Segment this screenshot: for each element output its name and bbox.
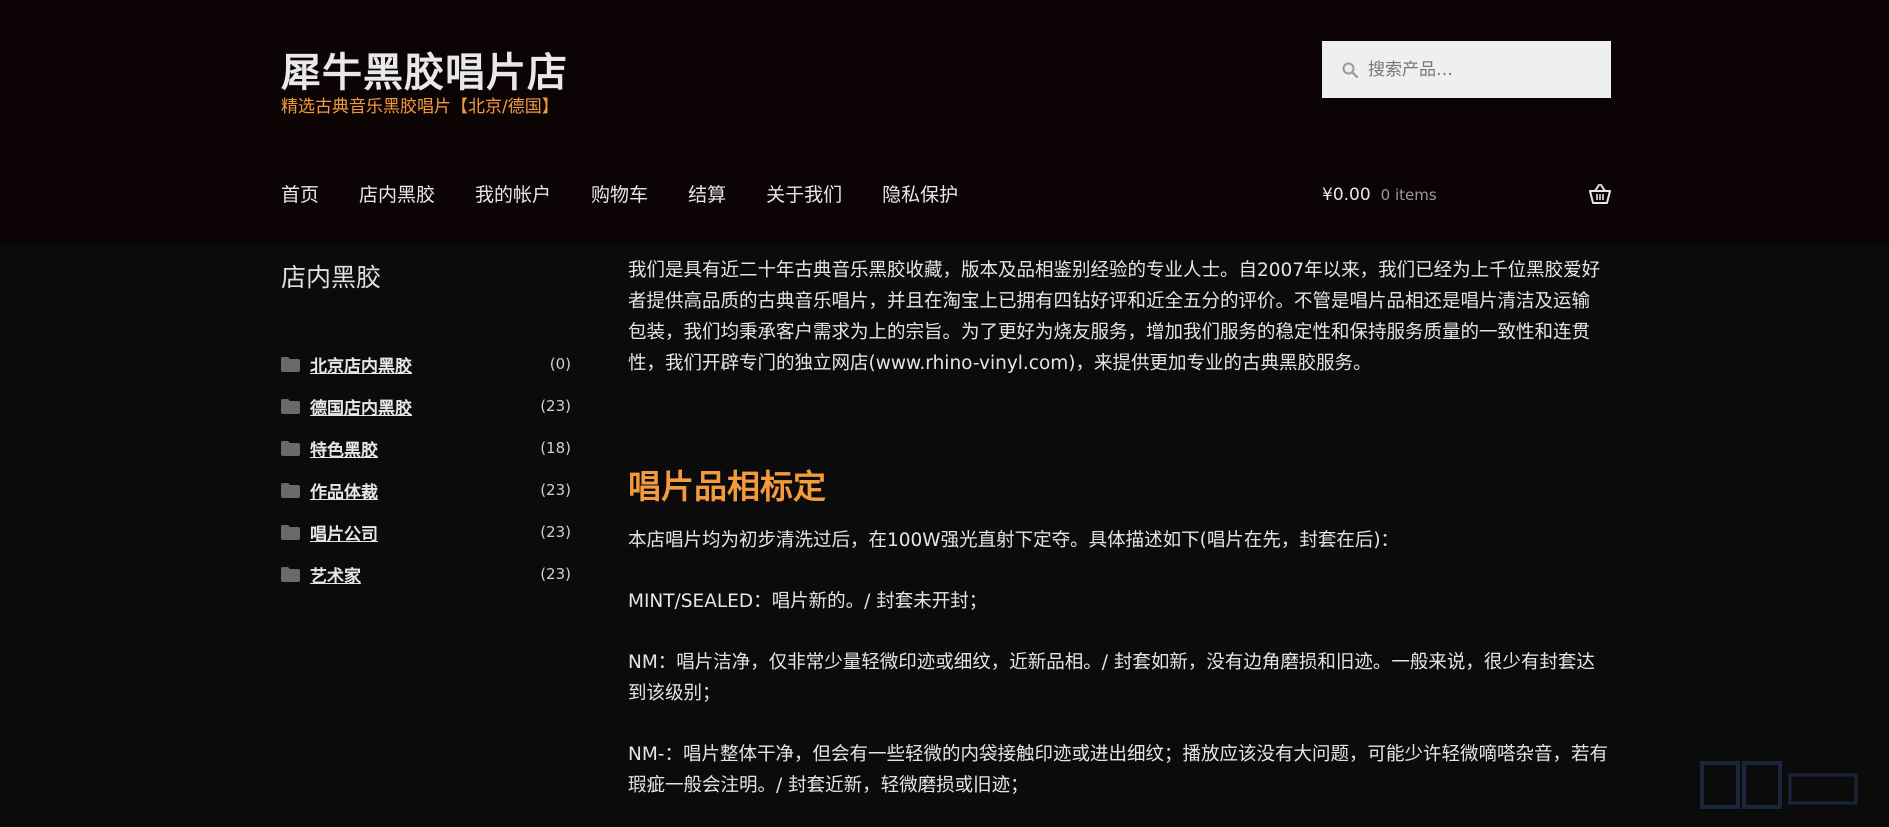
basket-icon <box>1589 184 1611 204</box>
folder-icon <box>281 524 300 540</box>
site-title[interactable]: 犀牛黑胶唱片店 <box>281 40 568 98</box>
search-box[interactable] <box>1322 41 1611 98</box>
condition-mint: MINT/SEALED：唱片新的。/ 封套未开封； <box>628 591 988 612</box>
category-item[interactable]: 北京店内黑胶 (0) <box>281 343 571 385</box>
category-item[interactable]: 艺术家 (23) <box>281 553 571 595</box>
condition-nm: NM：唱片洁净，仅非常少量轻微印迹或细纹，近新品相。/ 封套如新，没有边角磨损和… <box>628 652 1595 704</box>
folder-icon <box>281 398 300 414</box>
folder-icon <box>281 356 300 372</box>
folder-icon <box>281 440 300 456</box>
nav-home[interactable]: 首页 <box>281 180 319 207</box>
category-list: 北京店内黑胶 (0) 德国店内黑胶 (23) 特色黑胶 (18) 作品体裁 (2… <box>281 343 571 595</box>
cart-amount: ¥0.00 <box>1322 185 1371 205</box>
condition-intro: 本店唱片均为初步清洗过后，在100W强光直射下定夺。具体描述如下(唱片在先，封套… <box>628 530 1400 551</box>
category-name[interactable]: 唱片公司 <box>310 520 378 545</box>
category-name[interactable]: 特色黑胶 <box>310 436 378 461</box>
category-item[interactable]: 特色黑胶 (18) <box>281 427 571 469</box>
category-count: (23) <box>540 481 571 499</box>
main-nav: 首页 店内黑胶 我的帐户 购物车 结算 关于我们 隐私保护 <box>281 180 998 207</box>
nav-my-account[interactable]: 我的帐户 <box>475 180 551 207</box>
category-name[interactable]: 作品体裁 <box>310 478 378 503</box>
header-cart[interactable]: ¥0.00 0 items <box>1322 182 1611 208</box>
category-count: (0) <box>549 355 571 373</box>
category-name[interactable]: 艺术家 <box>310 562 361 587</box>
category-item[interactable]: 德国店内黑胶 (23) <box>281 385 571 427</box>
condition-heading: 唱片品相标定 <box>628 467 826 506</box>
category-count: (18) <box>540 439 571 457</box>
nav-about[interactable]: 关于我们 <box>766 180 842 207</box>
folder-icon <box>281 566 300 582</box>
category-name[interactable]: 德国店内黑胶 <box>310 394 412 419</box>
nav-privacy[interactable]: 隐私保护 <box>882 180 958 207</box>
site-tagline: 精选古典音乐黑胶唱片【北京/德国】 <box>281 97 559 117</box>
site-header: 犀牛黑胶唱片店 精选古典音乐黑胶唱片【北京/德国】 首页 店内黑胶 我的帐户 购… <box>0 0 1889 243</box>
search-icon <box>1342 62 1358 78</box>
category-item[interactable]: 作品体裁 (23) <box>281 469 571 511</box>
search-input[interactable] <box>1368 59 1588 80</box>
nav-cart[interactable]: 购物车 <box>591 180 648 207</box>
category-name[interactable]: 北京店内黑胶 <box>310 352 412 377</box>
nav-shop-vinyl[interactable]: 店内黑胶 <box>359 180 435 207</box>
category-count: (23) <box>540 397 571 415</box>
category-count: (23) <box>540 565 571 583</box>
cart-count: 0 items <box>1380 186 1437 204</box>
category-item[interactable]: 唱片公司 (23) <box>281 511 571 553</box>
nav-checkout[interactable]: 结算 <box>688 180 726 207</box>
intro-paragraph: 我们是具有近二十年古典音乐黑胶收藏，版本及品相鉴别经验的专业人士。自2007年以… <box>628 260 1601 374</box>
sidebar-title: 店内黑胶 <box>281 263 382 292</box>
folder-icon <box>281 482 300 498</box>
watermark-logo-icon <box>1700 761 1858 809</box>
category-count: (23) <box>540 523 571 541</box>
condition-nm-minus: NM-：唱片整体干净，但会有一些轻微的内袋接触印迹或进出细纹；播放应该没有大问题… <box>628 744 1608 796</box>
